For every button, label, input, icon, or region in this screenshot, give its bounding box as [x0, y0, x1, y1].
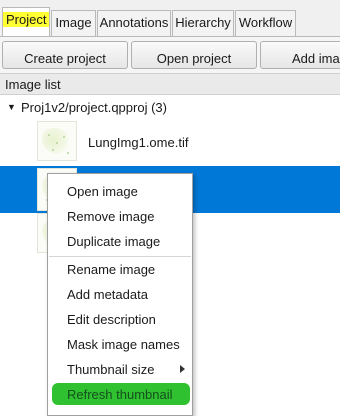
create-project-button[interactable]: Create project: [2, 41, 128, 69]
menu-item-duplicate-image[interactable]: Duplicate image: [48, 230, 192, 254]
open-project-button[interactable]: Open project: [131, 41, 257, 69]
menu-item-mask-image-names[interactable]: Mask image names: [48, 333, 192, 357]
image-list-header: Image list: [0, 73, 340, 95]
tab-hierarchy[interactable]: Hierarchy: [172, 10, 234, 36]
tab-workflow[interactable]: Workflow: [235, 10, 296, 36]
menu-item-edit-description[interactable]: Edit description: [48, 308, 192, 332]
project-toolbar: Create project Open project Add imag: [0, 37, 340, 73]
menu-item-refresh-thumbnail[interactable]: Refresh thumbnail: [48, 383, 192, 407]
tab-image-label: Image: [55, 15, 92, 30]
tab-annotations[interactable]: Annotations: [97, 10, 171, 36]
tab-project[interactable]: Project: [2, 7, 50, 37]
thumbnail-size-label: Thumbnail size: [67, 362, 155, 377]
menu-item-open-image[interactable]: Open image: [48, 180, 192, 204]
refresh-thumbnail-label: Refresh thumbnail: [67, 387, 173, 402]
menu-item-thumbnail-size[interactable]: Thumbnail size: [48, 358, 192, 382]
list-item[interactable]: LungImg1.ome.tif: [0, 118, 340, 166]
project-label: Proj1v2/project.qpproj (3): [21, 100, 167, 115]
tab-image[interactable]: Image: [51, 10, 96, 36]
image-name: LungImg1.ome.tif: [88, 135, 189, 150]
add-images-button[interactable]: Add imag: [260, 41, 340, 69]
image-context-menu: Open image Remove image Duplicate image …: [47, 173, 193, 416]
image-thumbnail: [37, 121, 77, 161]
tree-expanded-arrow-icon[interactable]: ▼: [7, 102, 16, 112]
tab-bar: Project Image Annotations Hierarchy Work…: [0, 0, 340, 37]
menu-item-remove-image[interactable]: Remove image: [48, 205, 192, 229]
menu-item-add-metadata[interactable]: Add metadata: [48, 283, 192, 307]
tab-project-label: Project: [3, 12, 49, 27]
tab-annotations-label: Annotations: [99, 15, 169, 30]
submenu-arrow-icon: [180, 365, 185, 373]
tab-workflow-label: Workflow: [238, 15, 293, 30]
menu-separator: [49, 256, 191, 257]
project-tree-node[interactable]: ▼ Proj1v2/project.qpproj (3): [0, 98, 340, 118]
menu-item-rename-image[interactable]: Rename image: [48, 258, 192, 282]
tab-hierarchy-label: Hierarchy: [175, 15, 231, 30]
